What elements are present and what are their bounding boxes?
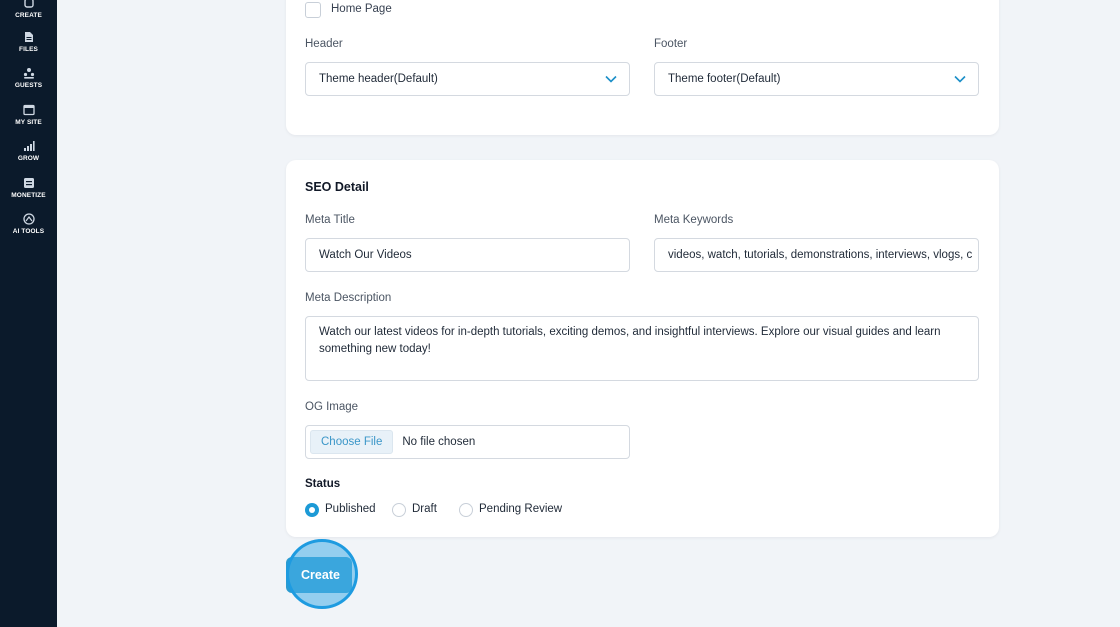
sidebar-item-label: GROW: [17, 155, 40, 162]
home-page-checkbox[interactable]: [305, 2, 321, 18]
ai-tools-icon: [22, 213, 35, 225]
sidebar-item-label: FILES: [19, 46, 38, 53]
home-page-label: Home Page: [331, 3, 392, 15]
no-file-chosen-text: No file chosen: [402, 436, 476, 448]
sidebar-item-label: MONETIZE: [11, 192, 46, 199]
choose-file-button[interactable]: Choose File: [310, 430, 394, 454]
meta-title-input[interactable]: Watch Our Videos: [305, 238, 630, 272]
meta-description-value: Watch our latest videos for in-depth tut…: [319, 326, 941, 355]
meta-keywords-value: videos, watch, tutorials, demonstrations…: [668, 249, 973, 261]
meta-description-textarea[interactable]: Watch our latest videos for in-depth tut…: [305, 316, 979, 381]
meta-keywords-input[interactable]: videos, watch, tutorials, demonstrations…: [654, 238, 979, 272]
chevron-down-icon: [605, 75, 617, 83]
create-button[interactable]: [286, 557, 352, 593]
sidebar-item-files[interactable]: FILES: [0, 30, 57, 53]
status-label: Status: [305, 478, 341, 490]
status-option-label: Published: [325, 503, 376, 515]
header-label: Header: [305, 38, 343, 50]
status-radio-draft[interactable]: [392, 503, 406, 517]
sidebar-item-ai-tools[interactable]: AI TOOLS: [0, 212, 57, 235]
header-select[interactable]: Theme header(Default): [305, 62, 630, 96]
sidebar-item-label: CREATE: [15, 12, 42, 19]
footer-select[interactable]: Theme footer(Default): [654, 62, 979, 96]
sidebar-item-grow[interactable]: GROW: [0, 139, 57, 162]
status-radio-published[interactable]: [305, 503, 319, 517]
sidebar-item-label: MY SITE: [15, 119, 42, 126]
monetize-icon: [23, 178, 34, 188]
meta-title-value: Watch Our Videos: [319, 249, 412, 261]
sidebar-item-label: AI TOOLS: [12, 228, 45, 235]
chevron-down-icon: [954, 75, 966, 83]
sidebar-item-label: GUESTS: [14, 82, 43, 89]
sidebar-item-my-site[interactable]: MY SITE: [0, 103, 57, 126]
sidebar-item-monetize[interactable]: MONETIZE: [0, 176, 57, 199]
status-radio-pending-review[interactable]: [459, 503, 473, 517]
my-site-icon: [22, 104, 35, 116]
sidebar-item-create[interactable]: CREATE: [0, 0, 57, 19]
meta-keywords-label: Meta Keywords: [654, 214, 734, 226]
create-icon: [23, 0, 34, 8]
meta-title-label: Meta Title: [305, 214, 355, 226]
og-image-file-input: Choose File No file chosen: [305, 425, 630, 459]
meta-description-label: Meta Description: [305, 292, 392, 304]
guests-icon: [23, 68, 34, 79]
status-option-label: Draft: [412, 503, 437, 515]
status-option-label: Pending Review: [479, 503, 563, 515]
og-image-label: OG Image: [305, 401, 359, 413]
header-select-value: Theme header(Default): [319, 73, 438, 85]
sidebar: CREATE FILES GUESTS MY SITE GROW MONETIZ…: [0, 0, 57, 627]
footer-label: Footer: [654, 38, 688, 50]
seo-section-title: SEO Detail: [305, 180, 369, 194]
files-icon: [24, 32, 33, 42]
footer-select-value: Theme footer(Default): [668, 73, 781, 85]
grow-icon: [23, 141, 35, 151]
sidebar-item-guests[interactable]: GUESTS: [0, 66, 57, 89]
